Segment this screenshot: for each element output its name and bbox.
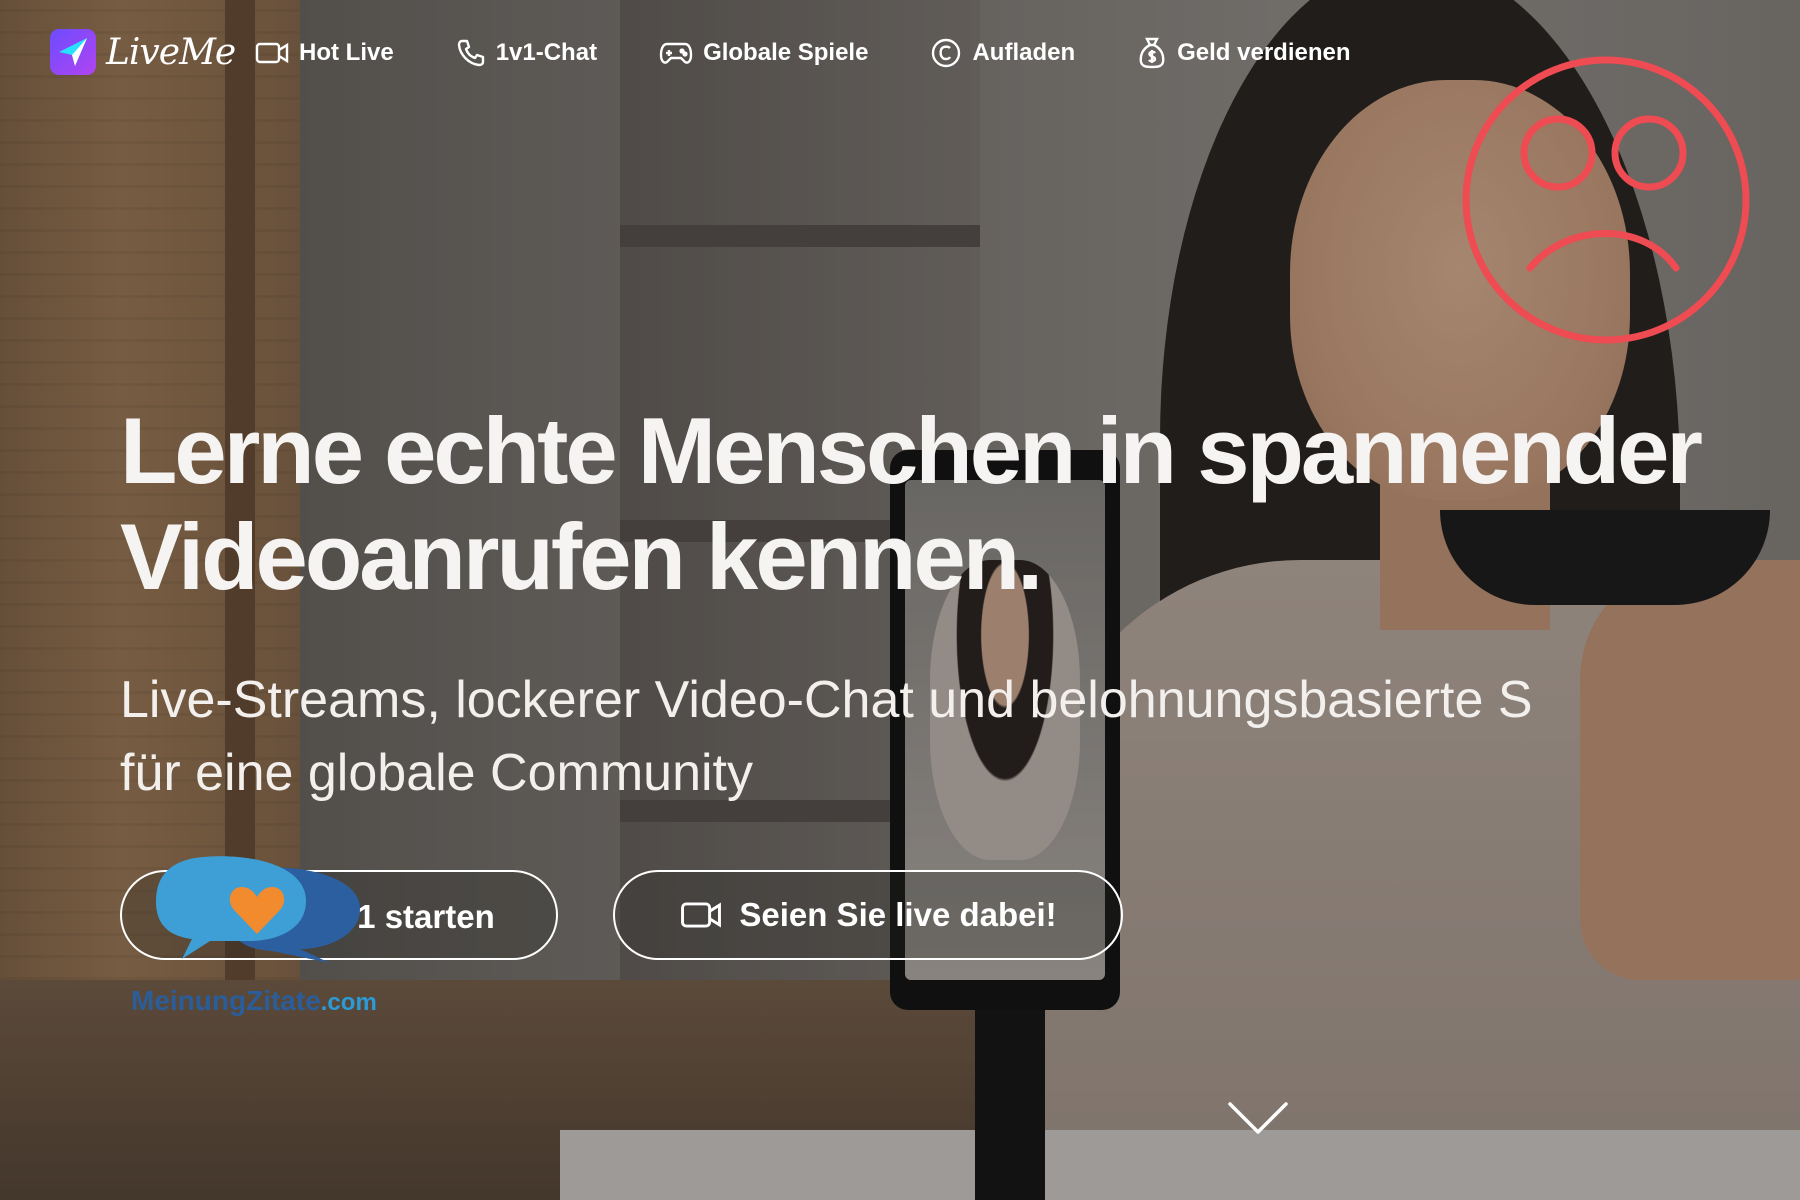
- nav-1v1-chat-label: 1v1-Chat: [495, 39, 598, 66]
- nav-hot-live-label: Hot Live: [299, 39, 394, 66]
- hero-subtitle-line-1: Live-Streams, lockerer Video-Chat und be…: [120, 671, 1533, 729]
- phone-icon: [457, 39, 484, 67]
- hero-headline-line-2: Videoanrufen kennen.: [120, 504, 1043, 609]
- nav-aufladen-label: Aufladen: [972, 39, 1076, 66]
- nav-geld-verdienen-label: Geld verdienen: [1177, 39, 1351, 66]
- money-bag-icon: [1139, 37, 1165, 69]
- meinungzitate-watermark-text: MeinungZitate.com: [131, 985, 377, 1017]
- nav-globale-spiele[interactable]: Globale Spiele: [659, 36, 868, 70]
- nav-1v1-chat[interactable]: 1v1-Chat: [456, 36, 597, 70]
- start-1v1-button-label: /1 starten: [348, 898, 495, 935]
- go-live-button-label: Seien Sie live dabei!: [739, 896, 1057, 933]
- hero-headline-line-1: Lerne echte Menschen in spannender: [120, 398, 1703, 503]
- hero-headline: Lerne echte Menschen in spannender Video…: [120, 398, 1800, 610]
- scroll-down-chevron-icon[interactable]: [1226, 1100, 1290, 1136]
- meinungzitate-logo-icon: [156, 856, 360, 963]
- go-live-button[interactable]: Seien Sie live dabei!: [613, 870, 1123, 960]
- video-camera-icon: [681, 902, 722, 928]
- video-camera-icon: [255, 42, 289, 64]
- liveme-logo-icon: [50, 29, 96, 75]
- hero-subtitle-line-2: für eine globale Community: [120, 744, 753, 802]
- liveme-wordmark: LiveMe: [106, 31, 236, 73]
- nav-geld-verdienen[interactable]: Geld verdienen: [1137, 36, 1351, 70]
- liveme-logo[interactable]: LiveMe: [50, 29, 236, 75]
- nav-aufladen[interactable]: Aufladen: [930, 36, 1075, 70]
- gamepad-icon: [659, 42, 693, 64]
- coin-icon: [932, 38, 961, 68]
- watermark-tld: .com: [320, 989, 377, 1016]
- main-nav: Hot Live 1v1-Chat Globale Spiele Auflade…: [255, 36, 1413, 70]
- hero-subtitle: Live-Streams, lockerer Video-Chat und be…: [120, 664, 1800, 810]
- watermark-name: MeinungZitate: [131, 985, 321, 1016]
- sad-face-icon: [1462, 56, 1750, 344]
- nav-hot-live[interactable]: Hot Live: [255, 36, 394, 70]
- nav-globale-spiele-label: Globale Spiele: [703, 39, 869, 66]
